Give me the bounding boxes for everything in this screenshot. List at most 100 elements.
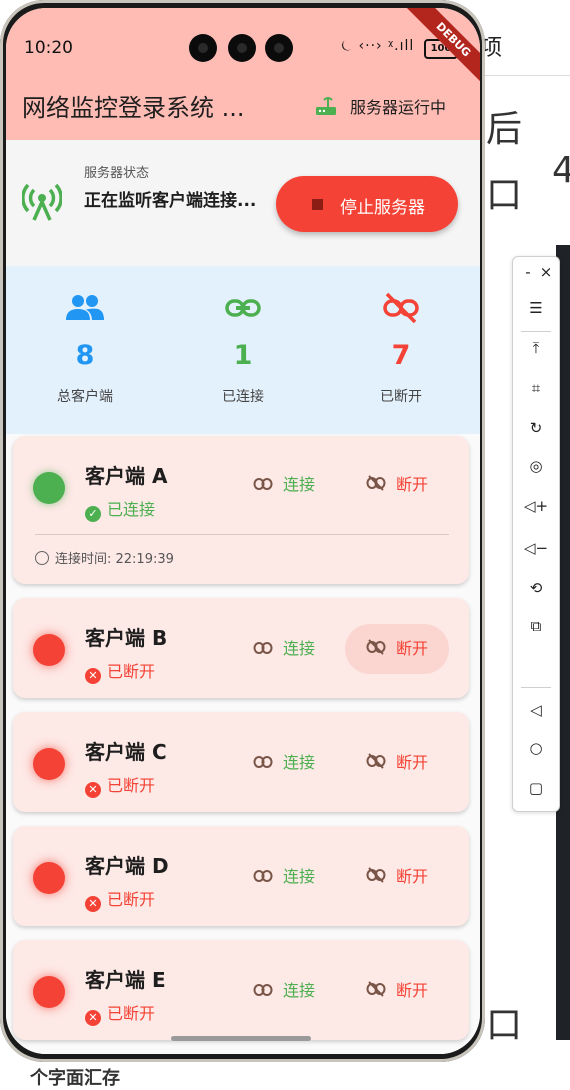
- link-icon: [253, 853, 273, 903]
- client-state: ✕ 已断开: [85, 658, 155, 684]
- link-off-icon: [366, 739, 386, 789]
- connect-label: 连接: [283, 981, 316, 1000]
- client-list[interactable]: 客户端 A ✓ 已连接 连接 断开 连接时间: 22:19:39 客户端 B ✕…: [6, 434, 480, 1054]
- connection-time-label: 连接时间: 22:19:39: [55, 552, 174, 567]
- client-card[interactable]: 客户端 D ✕ 已断开 连接 断开: [13, 826, 469, 926]
- connect-button[interactable]: 连接: [253, 738, 353, 788]
- toolbar-divider: [521, 687, 551, 688]
- disconnect-button[interactable]: 断开: [345, 738, 449, 788]
- stat-connected: 1 已连接: [164, 266, 322, 434]
- link-icon: [253, 625, 273, 675]
- stat-label: 已连接: [222, 389, 264, 405]
- camera-icon: [189, 34, 217, 62]
- client-name: 客户端 B: [85, 626, 168, 650]
- client-card[interactable]: 客户端 C ✕ 已断开 连接 断开: [13, 712, 469, 812]
- link-icon: [223, 292, 263, 328]
- home-icon[interactable]: ○: [513, 739, 559, 757]
- server-status-message: 正在监听客户端连接...: [84, 191, 257, 211]
- home-indicator[interactable]: [171, 1036, 311, 1041]
- page-title: 网络监控登录系统 ...: [22, 94, 245, 122]
- rotate-screen-icon[interactable]: ⟲: [513, 579, 559, 597]
- client-state: ✕ 已断开: [85, 886, 155, 912]
- disconnect-label: 断开: [395, 639, 428, 658]
- stat-value: 1: [233, 340, 253, 371]
- menu-icon[interactable]: ☰: [513, 299, 559, 317]
- connect-label: 连接: [283, 475, 316, 494]
- client-card[interactable]: 客户端 E ✕ 已断开 连接 断开: [13, 940, 469, 1040]
- server-status-caption: 服务器状态: [84, 166, 150, 181]
- link-off-icon: [381, 292, 421, 328]
- link-off-icon: [366, 967, 386, 1017]
- connect-button[interactable]: 连接: [253, 460, 353, 510]
- link-off-icon: [366, 853, 386, 903]
- link-icon: [253, 739, 273, 789]
- stat-value: 7: [391, 340, 411, 371]
- phone-frame: 10:20 ⏾ ‹··› ᵡ.ıll 100 DEBUG 网络监控登录系统 ..…: [0, 0, 485, 1062]
- connect-button[interactable]: 连接: [253, 624, 353, 674]
- client-name: 客户端 C: [85, 740, 167, 764]
- connection-time: 连接时间: 22:19:39: [35, 548, 174, 567]
- record-icon[interactable]: ◎: [513, 457, 559, 475]
- stat-value: 8: [75, 340, 95, 371]
- back-icon[interactable]: ◁: [513, 701, 559, 719]
- stats-panel: 8 总客户端 1 已连接 7 已断开: [6, 266, 480, 434]
- client-name: 客户端 E: [85, 968, 166, 992]
- disconnect-button[interactable]: 断开: [345, 966, 449, 1016]
- antenna-icon: [21, 180, 63, 228]
- background-divider: [470, 75, 570, 76]
- camera-icon: [265, 34, 293, 62]
- stat-label: 已断开: [380, 389, 422, 405]
- status-dot: [33, 634, 65, 666]
- client-card[interactable]: 客户端 B ✕ 已断开 连接 断开: [13, 598, 469, 698]
- volume-up-icon[interactable]: ◁+: [513, 497, 559, 515]
- server-running-label: 服务器运行中: [350, 98, 447, 117]
- link-icon: [253, 967, 273, 1017]
- client-name: 客户端 D: [85, 854, 169, 878]
- disconnect-button[interactable]: 断开: [345, 852, 449, 902]
- client-state-label: 已连接: [107, 500, 156, 519]
- connect-button[interactable]: 连接: [253, 966, 353, 1016]
- stat-disconnected: 7 已断开: [322, 266, 480, 434]
- status-dot: [33, 748, 65, 780]
- status-dot: [33, 472, 65, 504]
- people-icon: [65, 292, 105, 328]
- error-circle-icon: ✕: [85, 896, 101, 912]
- client-state-label: 已断开: [107, 1004, 156, 1023]
- stop-server-button[interactable]: 停止服务器: [276, 176, 458, 232]
- clock-icon: [35, 551, 49, 565]
- client-name: 客户端 A: [85, 464, 168, 488]
- connect-label: 连接: [283, 867, 316, 886]
- client-state: ✕ 已断开: [85, 1000, 155, 1026]
- disconnect-label: 断开: [395, 981, 428, 1000]
- client-state: ✓ 已连接: [85, 496, 155, 522]
- recents-icon[interactable]: ▢: [513, 779, 559, 797]
- client-state-label: 已断开: [107, 890, 156, 909]
- client-state-label: 已断开: [107, 662, 156, 681]
- background-glyph: 4: [552, 150, 570, 191]
- background-glyph: 口: [486, 1005, 523, 1046]
- pin-top-icon[interactable]: ⤒: [513, 339, 559, 357]
- disconnect-button[interactable]: 断开: [345, 624, 449, 674]
- stop-icon: [312, 199, 323, 210]
- router-icon: [314, 94, 338, 122]
- rotate-icon[interactable]: ↻: [513, 419, 559, 437]
- crop-icon[interactable]: ⌗: [513, 379, 559, 397]
- emulator-toolbar: - × ☰ ⤒ ⌗ ↻ ◎ ◁+ ◁− ⟲ ⧉ ◁ ○ ▢: [512, 256, 560, 812]
- disconnect-button[interactable]: 断开: [345, 460, 449, 510]
- disconnect-label: 断开: [395, 475, 428, 494]
- close-icon[interactable]: ×: [523, 263, 569, 281]
- link-icon: [253, 461, 273, 511]
- disconnect-label: 断开: [395, 867, 428, 886]
- volume-down-icon[interactable]: ◁−: [513, 539, 559, 557]
- status-dot: [33, 976, 65, 1008]
- status-icons: ⏾ ‹··› ᵡ.ıll: [341, 38, 415, 54]
- status-time: 10:20: [24, 38, 73, 58]
- background-glyph: 后: [486, 109, 523, 150]
- client-card[interactable]: 客户端 A ✓ 已连接 连接 断开 连接时间: 22:19:39: [13, 436, 469, 584]
- stat-label: 总客户端: [57, 389, 113, 405]
- connect-button[interactable]: 连接: [253, 852, 353, 902]
- screenshot-icon[interactable]: ⧉: [513, 617, 559, 635]
- toolbar-divider: [521, 331, 551, 332]
- error-circle-icon: ✕: [85, 1010, 101, 1026]
- disconnect-label: 断开: [395, 753, 428, 772]
